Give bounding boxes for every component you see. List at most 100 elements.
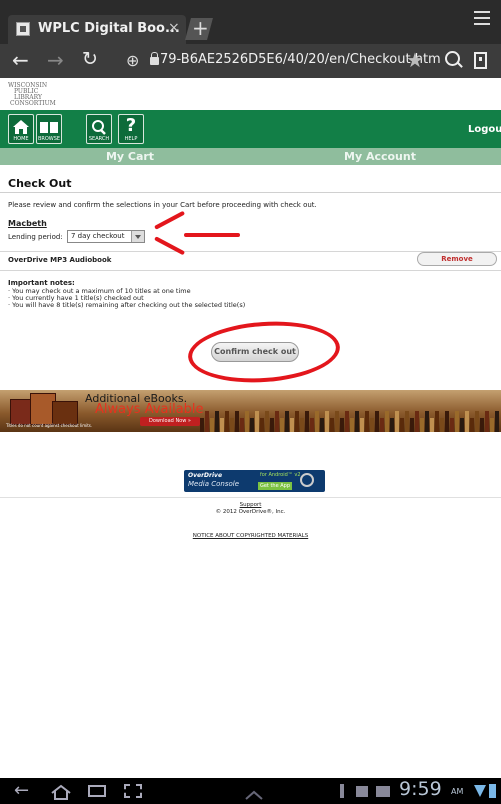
tab-my-cart[interactable]: My Cart: [0, 150, 260, 163]
wplc-logo[interactable]: WISCONSIN PUBLIC LIBRARY CONSORTIUM: [8, 82, 70, 108]
site-nav-bar: HOME BROWSE SEARCH ? HELP: [0, 110, 501, 148]
odmc-subtitle: Media Console: [188, 480, 240, 488]
banner-tagline: Always Available: [95, 402, 204, 417]
book-spine: [440, 418, 444, 432]
nav-help-label: HELP: [124, 136, 138, 142]
annotation-arrow-head: [154, 236, 186, 256]
wifi-icon: [474, 785, 486, 797]
book-spine: [455, 411, 459, 432]
book-spine: [385, 411, 389, 432]
format-label: OverDrive MP3 Audiobook: [8, 256, 112, 264]
screenshot-icon[interactable]: [124, 784, 142, 798]
page-title: Check Out: [8, 177, 72, 190]
book-spine: [445, 411, 449, 432]
book-spine: [215, 411, 219, 432]
back-icon[interactable]: ←: [14, 780, 29, 801]
search-icon[interactable]: [445, 51, 460, 66]
book-spine: [295, 411, 299, 432]
book-spine: [280, 418, 284, 432]
book-spine: [285, 411, 289, 432]
book-spine: [355, 411, 359, 432]
address-bar[interactable]: ⊕ 79-B6AE2526D5E6/40/20/en/Checkout.htm …: [116, 48, 441, 74]
notification-icon: [356, 786, 368, 797]
book-stack-icon: [10, 393, 78, 425]
copyright-notice-link[interactable]: NOTICE ABOUT COPYRIGHTED MATERIALS: [0, 533, 501, 539]
book-spine: [305, 411, 309, 432]
chevron-up-icon[interactable]: [244, 785, 264, 804]
logout-link[interactable]: Logout: [468, 124, 501, 135]
book-spine: [320, 418, 324, 432]
book-spine: [485, 411, 489, 432]
book-spine: [350, 418, 354, 432]
nav-home-button[interactable]: HOME: [8, 114, 34, 144]
nav-home-label: HOME: [13, 136, 29, 142]
book-spine: [495, 411, 499, 432]
book-spine: [235, 411, 239, 432]
nav-browse-button[interactable]: BROWSE: [36, 114, 62, 144]
book-spine: [315, 411, 319, 432]
back-icon[interactable]: ←: [12, 48, 29, 72]
forward-icon[interactable]: →: [47, 48, 64, 72]
tab-close-icon[interactable]: ×: [168, 20, 180, 36]
house-icon: [13, 120, 29, 134]
book-spine: [410, 418, 414, 432]
bookmark-star-icon[interactable]: ★: [406, 48, 424, 72]
nav-help-button[interactable]: ? HELP: [118, 114, 144, 144]
favicon-icon: [16, 22, 30, 36]
book-spine: [400, 418, 404, 432]
book-spine: [470, 418, 474, 432]
recent-apps-icon[interactable]: [88, 785, 106, 797]
book-spine: [425, 411, 429, 432]
book-spine: [330, 418, 334, 432]
bookshelf-graphic: [200, 402, 500, 432]
home-icon[interactable]: [50, 784, 72, 804]
lending-period-value: 7 day checkout: [71, 232, 125, 240]
menu-icon[interactable]: [474, 11, 490, 29]
annotation-arrow-head: [154, 210, 186, 230]
new-tab-plus-icon[interactable]: +: [192, 16, 209, 40]
checkout-instructions: Please review and confirm the selections…: [8, 201, 317, 209]
remove-button[interactable]: Remove: [417, 252, 497, 266]
book-spine: [300, 418, 304, 432]
chevron-down-icon[interactable]: [131, 231, 144, 242]
book-spine: [220, 418, 224, 432]
magnifier-icon: [92, 120, 106, 135]
book-spine: [420, 418, 424, 432]
banner-note: Titles do not count against checkout lim…: [6, 423, 93, 428]
support-link[interactable]: Support: [0, 502, 501, 508]
download-now-button[interactable]: Download Now »: [140, 417, 200, 426]
book-spine: [405, 411, 409, 432]
book-title-link[interactable]: Macbeth: [8, 219, 47, 228]
book-spine: [490, 418, 494, 432]
reload-icon[interactable]: ↻: [82, 48, 98, 70]
book-spine: [360, 418, 364, 432]
annotation-circle: [186, 316, 342, 388]
browser-tab[interactable]: WPLC Digital Boo... ×: [8, 15, 186, 44]
divider: [0, 270, 501, 271]
lending-period-select[interactable]: 7 day checkout: [67, 230, 145, 243]
book-icon: [40, 122, 58, 133]
book-spine: [275, 411, 279, 432]
get-app-button[interactable]: Get the App: [258, 482, 292, 490]
book-spine: [480, 418, 484, 432]
divider: [0, 192, 501, 193]
book-spine: [265, 411, 269, 432]
url-text[interactable]: 79-B6AE2526D5E6/40/20/en/Checkout.htm: [160, 52, 441, 67]
book-spine: [460, 418, 464, 432]
book-spine: [475, 411, 479, 432]
nav-search-button[interactable]: SEARCH: [86, 114, 112, 144]
usb-icon: [340, 784, 344, 798]
nav-browse-label: BROWSE: [37, 136, 61, 142]
odmc-logo-icon: [300, 473, 314, 487]
book-spine: [335, 411, 339, 432]
annotation-arrow-icon: [184, 233, 240, 237]
bookmarks-icon[interactable]: [474, 52, 487, 69]
book-spine: [245, 411, 249, 432]
tab-my-account[interactable]: My Account: [260, 150, 500, 163]
overdrive-app-badge[interactable]: OverDrive Media Console for Android™ v2 …: [184, 470, 325, 492]
mail-icon: [376, 786, 390, 797]
book-spine: [380, 418, 384, 432]
site-info-icon[interactable]: ⊕: [126, 51, 139, 70]
book-spine: [435, 411, 439, 432]
book-spine: [370, 418, 374, 432]
